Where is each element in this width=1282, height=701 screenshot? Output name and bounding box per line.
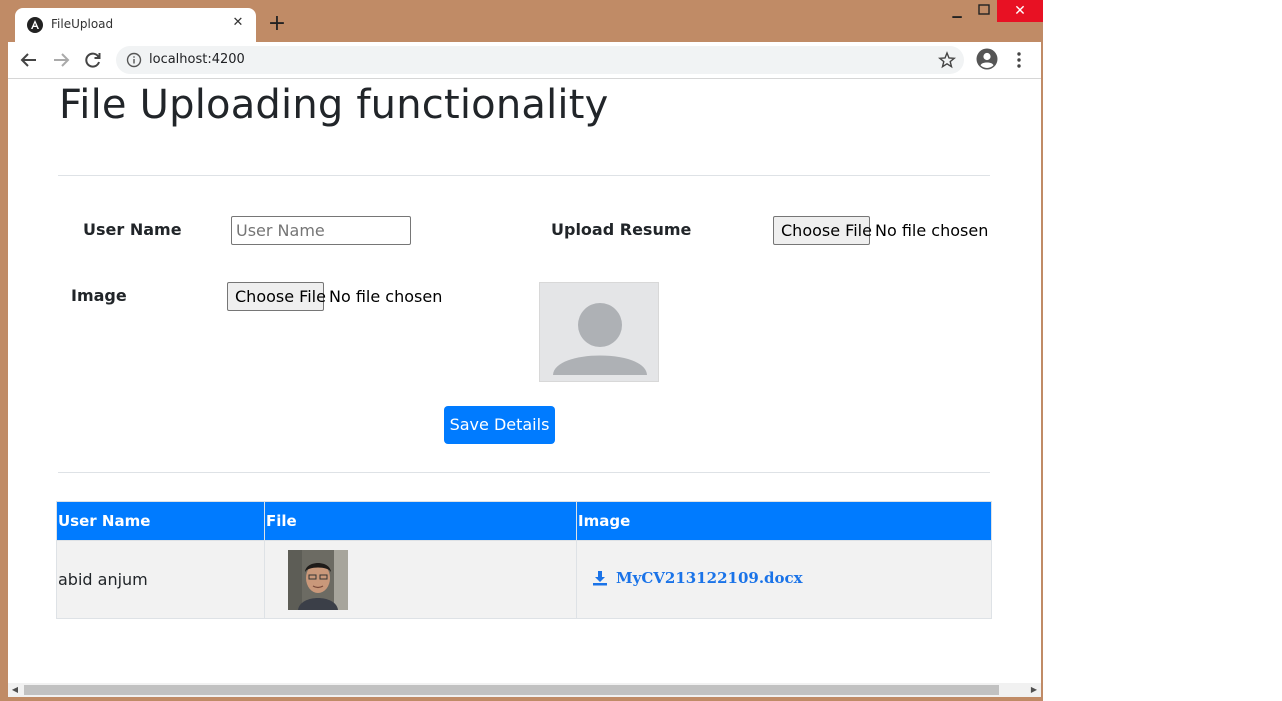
download-icon xyxy=(593,571,607,586)
upload-resume-label: Upload Resume xyxy=(551,220,692,239)
scroll-left-icon[interactable]: ◀ xyxy=(10,685,20,695)
back-arrow-icon[interactable] xyxy=(18,49,40,71)
divider xyxy=(58,472,990,473)
table-header-row: User Name File Image xyxy=(56,501,992,541)
column-header-user-name: User Name xyxy=(56,501,265,541)
save-details-button[interactable]: Save Details xyxy=(444,406,555,444)
horizontal-scrollbar[interactable]: ◀ ▶ xyxy=(8,683,1041,697)
column-header-file: File xyxy=(264,501,577,541)
image-label: Image xyxy=(71,286,127,305)
scroll-right-icon[interactable]: ▶ xyxy=(1029,685,1039,695)
download-link-text: MyCV213122109.docx xyxy=(616,569,803,587)
user-photo-thumbnail xyxy=(288,549,348,610)
browser-tab[interactable]: FileUpload ✕ xyxy=(15,8,256,42)
tab-close-icon[interactable]: ✕ xyxy=(230,15,246,31)
angular-favicon-icon xyxy=(27,17,43,33)
resume-file-status: No file chosen xyxy=(875,221,989,240)
browser-toolbar: localhost:4200 xyxy=(8,42,1041,79)
info-icon[interactable] xyxy=(126,52,142,68)
reload-icon[interactable] xyxy=(82,49,104,71)
download-link[interactable]: MyCV213122109.docx xyxy=(592,569,803,587)
forward-arrow-icon[interactable] xyxy=(50,49,72,71)
image-preview xyxy=(539,282,659,382)
tab-title: FileUpload xyxy=(51,17,114,31)
user-name-label: User Name xyxy=(83,220,182,239)
cell-image: MyCV213122109.docx xyxy=(576,540,992,619)
page-viewport: File Uploading functionality User Name U… xyxy=(8,79,1041,684)
minimize-icon[interactable]: ▁ xyxy=(942,0,972,22)
star-icon[interactable] xyxy=(938,51,956,69)
cell-file xyxy=(264,540,577,619)
window-border xyxy=(0,697,1043,701)
cell-user-name: abid anjum xyxy=(56,540,265,619)
records-table: User Name File Image abid anjum MyCV2131… xyxy=(56,501,992,619)
menu-dots-icon[interactable] xyxy=(1013,49,1025,71)
maximize-icon[interactable] xyxy=(969,0,999,22)
image-choose-file-button[interactable]: Choose File xyxy=(227,282,326,311)
image-file-status: No file chosen xyxy=(329,287,443,306)
user-name-input[interactable] xyxy=(231,216,411,245)
column-header-image: Image xyxy=(576,501,992,541)
new-tab-icon[interactable]: + xyxy=(266,13,288,35)
address-bar[interactable]: localhost:4200 xyxy=(116,46,964,74)
scrollbar-thumb[interactable] xyxy=(24,685,999,695)
page-title: File Uploading functionality xyxy=(59,82,609,128)
window-close-icon[interactable]: ✕ xyxy=(997,0,1043,22)
divider xyxy=(58,175,990,176)
url-text: localhost:4200 xyxy=(149,52,245,67)
table-row: abid anjum MyCV213122109.docx xyxy=(56,540,992,619)
tab-strip: FileUpload ✕ + ▁ ✕ xyxy=(0,0,1043,42)
profile-icon[interactable] xyxy=(976,48,998,70)
resume-choose-file-button[interactable]: Choose File xyxy=(773,216,872,245)
user-placeholder-icon xyxy=(553,303,647,375)
browser-window: FileUpload ✕ + ▁ ✕ localhost:4200 File U… xyxy=(0,0,1043,701)
